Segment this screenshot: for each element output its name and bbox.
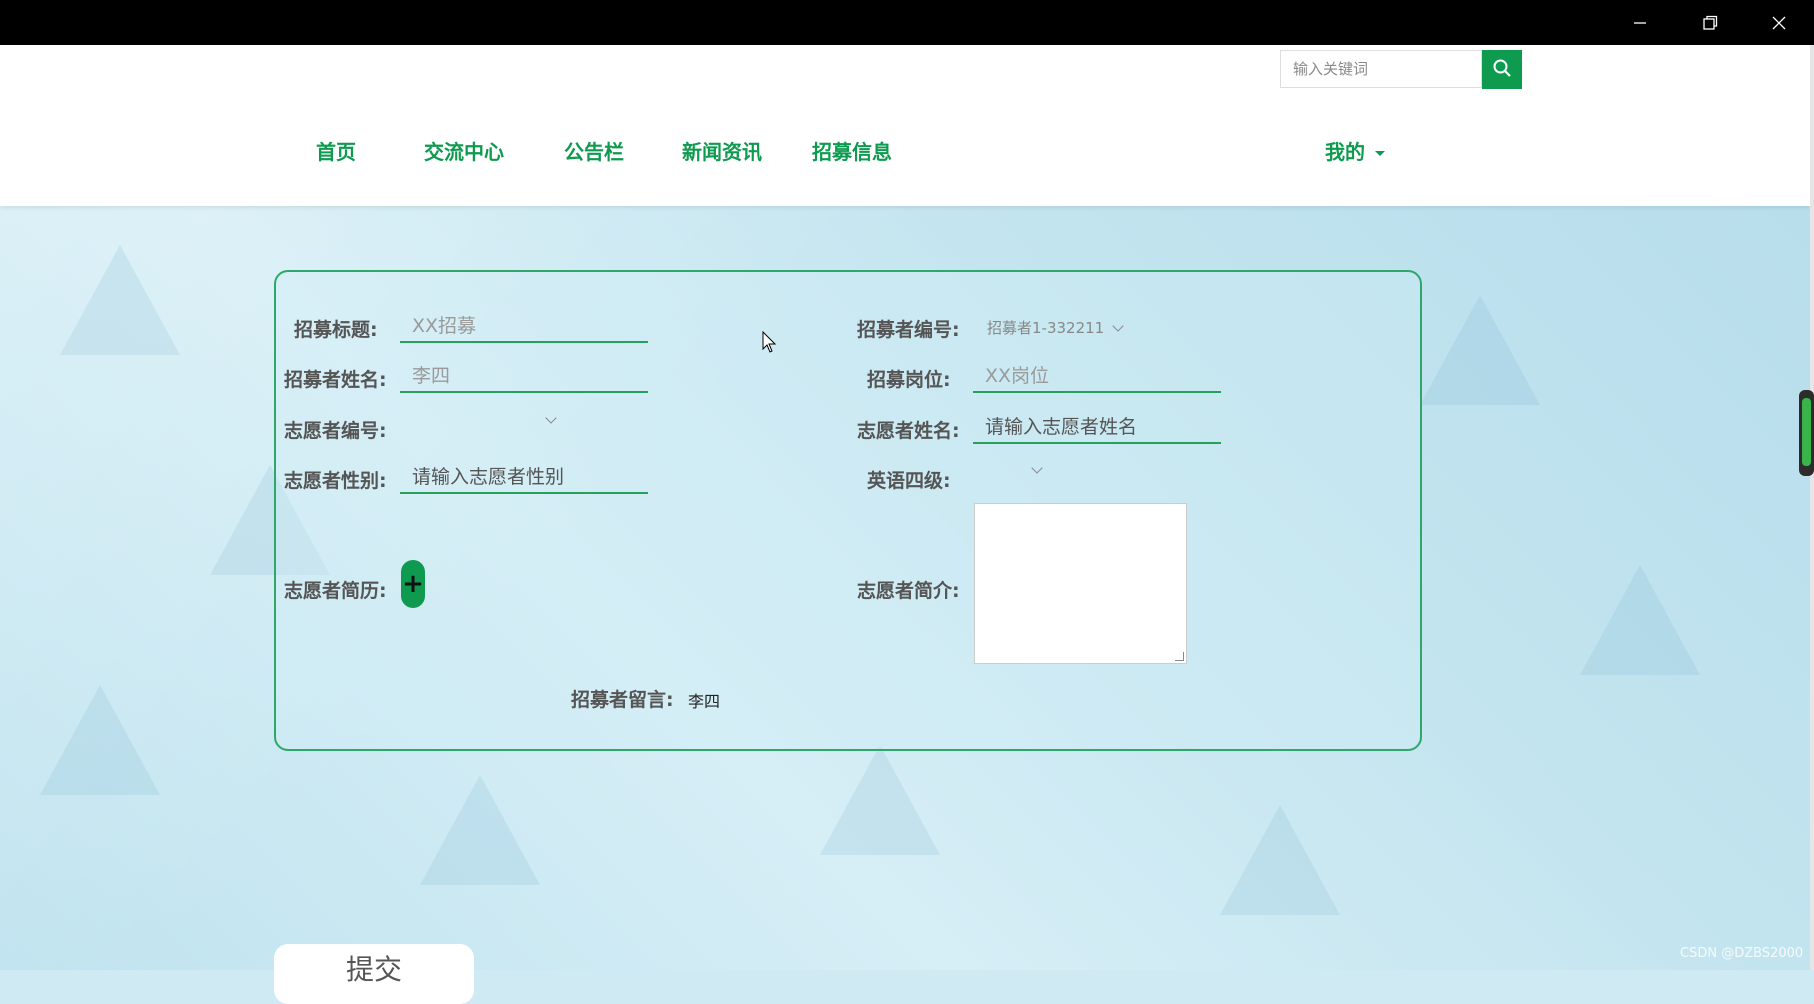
search-input[interactable]: 输入关键词 (1280, 50, 1482, 88)
cet4-select[interactable] (975, 462, 1043, 474)
intro-label: 志愿者简介: (857, 580, 960, 602)
recruiter-id-select[interactable]: 招募者1-332211 (987, 317, 1124, 338)
bg-triangle (1580, 565, 1700, 675)
bg-triangle (420, 775, 540, 885)
plus-icon: + (402, 569, 424, 599)
message-label: 招募者留言: (571, 689, 674, 711)
chevron-down-icon (1112, 319, 1124, 332)
bg-triangle (40, 685, 160, 795)
recruiter-id-label: 招募者编号: (857, 319, 960, 341)
volunteer-name-field[interactable]: 请输入志愿者姓名 (973, 410, 1221, 444)
cet4-label: 英语四级: (867, 470, 951, 492)
scrollbar-thumb-grip (1802, 398, 1811, 466)
volunteer-gender-field[interactable]: 请输入志愿者性别 (400, 460, 648, 494)
watermark: CSDN @DZBS2000 (1680, 946, 1804, 961)
message-value: 李四 (688, 692, 721, 711)
window-title-bar (0, 0, 1814, 45)
search-button[interactable] (1482, 50, 1522, 89)
nav-item-bulletin[interactable]: 公告栏 (564, 136, 624, 165)
caret-down-icon (1375, 151, 1385, 156)
recruiter-name-field[interactable]: 李四 (400, 359, 648, 393)
resize-grip-icon[interactable] (1175, 652, 1184, 661)
title-field[interactable]: XX招募 (400, 309, 648, 343)
recruiter-id-value: 招募者1-332211 (987, 319, 1105, 337)
close-icon[interactable] (1749, 0, 1809, 45)
title-label: 招募标题: (294, 319, 378, 341)
scrollbar-track[interactable] (1810, 45, 1814, 970)
intro-textarea[interactable] (974, 503, 1187, 664)
nav-item-news[interactable]: 新闻资讯 (682, 136, 762, 165)
volunteer-gender-label: 志愿者性别: (284, 470, 387, 492)
scrollbar-thumb[interactable] (1799, 390, 1814, 476)
nav-item-recruitment[interactable]: 招募信息 (812, 136, 892, 165)
mouse-cursor-icon (762, 331, 777, 353)
submit-button[interactable]: 提交 (274, 944, 474, 1004)
nav-item-home[interactable]: 首页 (316, 136, 356, 165)
user-menu[interactable]: 我的 (1325, 136, 1385, 165)
volunteer-name-label: 志愿者姓名: (857, 420, 960, 442)
minimize-icon[interactable] (1610, 0, 1670, 45)
resume-label: 志愿者简历: (284, 580, 387, 602)
position-field[interactable]: XX岗位 (973, 359, 1221, 393)
user-menu-label: 我的 (1325, 140, 1365, 164)
recruiter-name-label: 招募者姓名: (284, 369, 387, 391)
restore-icon[interactable] (1680, 0, 1740, 45)
bg-triangle (1220, 805, 1340, 915)
bg-triangle (1420, 295, 1540, 405)
search-icon (1492, 58, 1512, 82)
bg-triangle (60, 245, 180, 355)
site-header (0, 45, 1810, 206)
bg-triangle (820, 745, 940, 855)
volunteer-id-select[interactable] (405, 412, 557, 424)
nav-item-forum[interactable]: 交流中心 (424, 136, 504, 165)
volunteer-id-label: 志愿者编号: (284, 420, 387, 442)
position-label: 招募岗位: (867, 369, 951, 391)
resume-upload-button[interactable]: + (401, 560, 425, 608)
